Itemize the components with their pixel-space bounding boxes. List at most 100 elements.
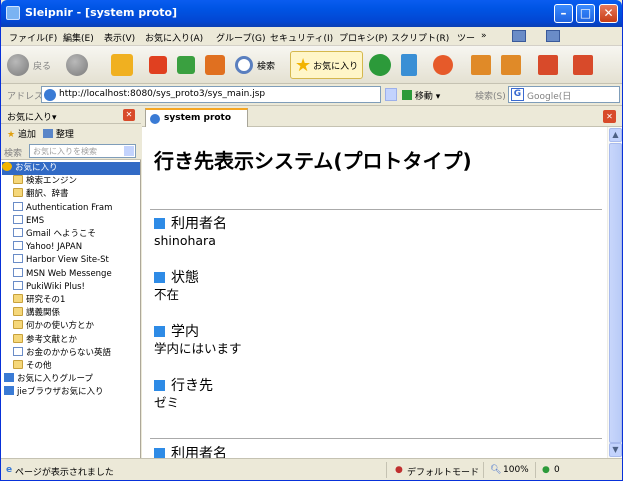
- popup-count: 0: [554, 465, 560, 475]
- forward-arrow-icon: [66, 54, 88, 76]
- tree-item-folder[interactable]: 翻訳、辞書: [13, 188, 148, 201]
- tree-item-folder[interactable]: 講義関係: [13, 307, 148, 320]
- zoom-level[interactable]: 100%: [503, 465, 529, 475]
- forward-button[interactable]: [66, 51, 88, 79]
- minimize-button[interactable]: –: [554, 4, 573, 23]
- tree-item-label: PukiWiki Plus!: [26, 281, 85, 292]
- vertical-scrollbar[interactable]: ▲ ▼: [607, 127, 622, 458]
- tree-button[interactable]: [401, 51, 417, 79]
- menu-favorites[interactable]: お気に入り(A): [145, 31, 203, 44]
- tree-item-label: 検索エンジン: [26, 176, 78, 187]
- folder-icon: [13, 307, 23, 317]
- tree-item-page[interactable]: PukiWiki Plus!: [13, 280, 148, 294]
- menu-proxy[interactable]: プロキシ(P): [339, 31, 387, 44]
- tree-item-folder[interactable]: 研究その1: [13, 294, 148, 307]
- sidebar-search-label: 検索: [4, 149, 23, 159]
- history-button[interactable]: [369, 51, 391, 79]
- zoom-icon: 🔍︎: [490, 465, 502, 475]
- new-window-button[interactable]: [538, 51, 558, 79]
- home-button[interactable]: [111, 51, 133, 79]
- close-all-button[interactable]: [573, 51, 593, 79]
- mode-label[interactable]: デフォルトモード: [407, 465, 479, 478]
- title-bar[interactable]: Sleipnir - [system proto] – □ ✕: [1, 0, 622, 27]
- tree-item-page[interactable]: Gmail へようこそ: [13, 228, 148, 241]
- sidebar-title[interactable]: お気に入り▾: [7, 110, 57, 123]
- tab-system-proto[interactable]: system proto: [145, 108, 248, 127]
- page-icon: [13, 280, 23, 290]
- stop-button[interactable]: [149, 51, 167, 79]
- status-message: ページが表示されました: [15, 468, 114, 478]
- tree-item-page[interactable]: Authentication Fram: [13, 201, 148, 215]
- close-tab-icon[interactable]: ✕: [603, 110, 616, 123]
- ie-icon: e: [6, 465, 13, 475]
- menu-script[interactable]: スクリプト(R): [391, 31, 449, 44]
- back-arrow-icon: [7, 54, 29, 76]
- tree-item-folder[interactable]: 何かの使い方とか: [13, 320, 148, 333]
- new-window-icon: [538, 55, 558, 75]
- menu-tools[interactable]: ツー: [457, 31, 475, 44]
- tree-item-page[interactable]: MSN Web Messenge: [13, 267, 148, 281]
- house-icon: [205, 55, 225, 75]
- menu-view[interactable]: 表示(V): [104, 31, 135, 44]
- address-input[interactable]: http://localhost:8080/sys_proto3/sys_mai…: [41, 86, 381, 103]
- search-button[interactable]: 検索: [235, 51, 275, 79]
- tree-item-folder[interactable]: 参考文献とか: [13, 333, 148, 347]
- organize-button[interactable]: 整理: [43, 127, 74, 140]
- menu-security[interactable]: セキュリティ(I): [270, 31, 333, 44]
- close-button[interactable]: ✕: [599, 4, 618, 23]
- mode-icon: ●: [395, 465, 403, 475]
- page-icon: [13, 201, 23, 211]
- folder-icon: [13, 333, 23, 343]
- tree-item-label: 翻訳、辞書: [26, 189, 69, 200]
- tree-item-label: 講義関係: [26, 308, 61, 319]
- tile-vertical-button[interactable]: [501, 51, 521, 79]
- window-list-icon[interactable]: [512, 30, 526, 42]
- back-button[interactable]: 戻る: [7, 51, 51, 79]
- tree-item-page[interactable]: Yahoo! JAPAN: [13, 241, 148, 254]
- tile-horizontal-button[interactable]: [471, 51, 491, 79]
- google-icon: G: [511, 88, 524, 101]
- section-bullet: [154, 380, 165, 391]
- menu-bar: ファイル(F) 編集(E) 表示(V) お気に入り(A) グループ(G) セキュ…: [1, 27, 622, 46]
- favorites-home-button[interactable]: [205, 51, 225, 79]
- tree-item-label: MSN Web Messenge: [26, 268, 112, 279]
- tree-item-group[interactable]: jieブラウザお気に入り: [4, 386, 139, 399]
- scroll-down-icon[interactable]: ▼: [609, 443, 622, 457]
- section-bullet: [154, 326, 165, 337]
- tree-item-page[interactable]: EMS: [13, 214, 148, 228]
- menu-edit[interactable]: 編集(E): [63, 31, 94, 44]
- sidebar-search: 検索 お気に入りを検索: [1, 142, 141, 160]
- sidebar-search-input[interactable]: お気に入りを検索: [29, 144, 136, 158]
- add-favorite-button[interactable]: ★ 追加: [7, 127, 36, 140]
- address-dropdown-icon[interactable]: [385, 88, 397, 101]
- address-bar: アドレス(D) http://localhost:8080/sys_proto3…: [1, 84, 622, 106]
- sidebar-close-icon[interactable]: ✕: [123, 109, 135, 121]
- tree-item-group[interactable]: お気に入りグループ: [4, 373, 139, 386]
- menu-file[interactable]: ファイル(F): [9, 31, 57, 44]
- section-value: 学内にはいます: [154, 341, 242, 356]
- search-dropdown-icon[interactable]: [124, 146, 134, 156]
- scroll-thumb[interactable]: [609, 143, 622, 443]
- favorites-button[interactable]: ★ お気に入り: [290, 51, 364, 79]
- divider: [150, 209, 602, 210]
- tree-item-folder[interactable]: その他: [13, 360, 148, 373]
- tree-item-page[interactable]: お金のかからない英語: [13, 346, 148, 360]
- window-mode-icon[interactable]: [546, 30, 560, 42]
- organize-icon: [43, 129, 53, 138]
- refresh-button[interactable]: [177, 51, 195, 79]
- rss-button[interactable]: [433, 51, 453, 79]
- tree-item-label: お金のかからない英語: [26, 347, 112, 358]
- scroll-up-icon[interactable]: ▲: [609, 128, 622, 142]
- menu-group[interactable]: グループ(G): [216, 31, 265, 44]
- search-icon: [235, 56, 253, 74]
- page-title: 行き先表示システム(プロトタイプ): [154, 149, 472, 173]
- page-icon: [150, 114, 160, 124]
- go-button[interactable]: 移動 ▾: [402, 89, 440, 102]
- tree-item-page[interactable]: Harbor View Site-St: [13, 254, 148, 267]
- menu-overflow-icon[interactable]: »: [481, 31, 487, 41]
- tree-item-root[interactable]: お気に入り: [2, 162, 140, 175]
- tree-item-folder[interactable]: 検索エンジン: [13, 175, 148, 188]
- maximize-button[interactable]: □: [576, 4, 595, 23]
- tree-item-label: その他: [26, 361, 52, 371]
- engine-search-input[interactable]: G Google(日: [508, 86, 620, 103]
